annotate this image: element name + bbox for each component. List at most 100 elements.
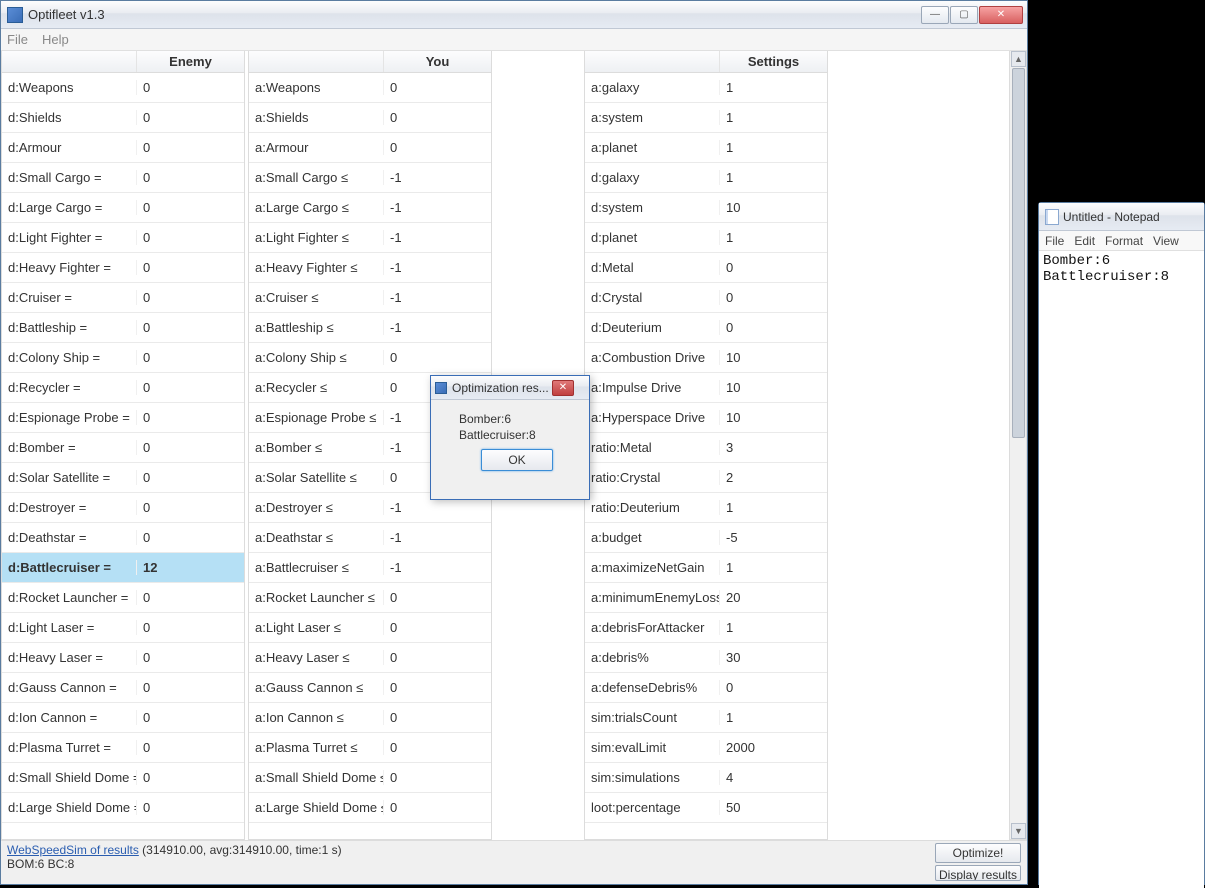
settings-row[interactable]: d:galaxy1 — [585, 163, 827, 193]
enemy-row[interactable]: d:Heavy Laser =0 — [2, 643, 244, 673]
scroll-thumb[interactable] — [1012, 68, 1025, 438]
settings-value[interactable]: 1 — [720, 140, 827, 155]
settings-value[interactable]: 1 — [720, 110, 827, 125]
settings-row[interactable]: ratio:Metal3 — [585, 433, 827, 463]
enemy-value[interactable]: 0 — [137, 680, 244, 695]
enemy-value[interactable]: 0 — [137, 140, 244, 155]
settings-row[interactable]: a:system1 — [585, 103, 827, 133]
enemy-row[interactable]: d:Large Cargo =0 — [2, 193, 244, 223]
you-value[interactable]: 0 — [384, 80, 491, 95]
settings-row[interactable]: a:Combustion Drive10 — [585, 343, 827, 373]
enemy-row[interactable]: d:Colony Ship =0 — [2, 343, 244, 373]
enemy-value[interactable]: 0 — [137, 320, 244, 335]
enemy-row[interactable]: d:Destroyer =0 — [2, 493, 244, 523]
notepad-menu-edit[interactable]: Edit — [1074, 234, 1095, 248]
you-row[interactable]: a:Large Cargo ≤-1 — [249, 193, 491, 223]
you-value[interactable]: -1 — [384, 290, 491, 305]
titlebar[interactable]: Optifleet v1.3 — ▢ ✕ — [1, 1, 1027, 29]
you-row[interactable]: a:Light Laser ≤0 — [249, 613, 491, 643]
enemy-value[interactable]: 0 — [137, 380, 244, 395]
enemy-value[interactable]: 0 — [137, 500, 244, 515]
settings-row[interactable]: a:Hyperspace Drive10 — [585, 403, 827, 433]
you-row[interactable]: a:Small Shield Dome ≤0 — [249, 763, 491, 793]
you-value[interactable]: 0 — [384, 710, 491, 725]
enemy-value[interactable]: 0 — [137, 470, 244, 485]
you-value[interactable]: 0 — [384, 680, 491, 695]
you-value[interactable]: 0 — [384, 590, 491, 605]
you-value[interactable]: 0 — [384, 770, 491, 785]
you-row[interactable]: a:Weapons0 — [249, 73, 491, 103]
you-value[interactable]: 0 — [384, 140, 491, 155]
you-value[interactable]: -1 — [384, 170, 491, 185]
enemy-row[interactable]: d:Deathstar =0 — [2, 523, 244, 553]
settings-value[interactable]: 0 — [720, 260, 827, 275]
you-row[interactable]: a:Small Cargo ≤-1 — [249, 163, 491, 193]
settings-row[interactable]: d:Deuterium0 — [585, 313, 827, 343]
settings-row[interactable]: a:planet1 — [585, 133, 827, 163]
enemy-value[interactable]: 0 — [137, 230, 244, 245]
you-value[interactable]: 0 — [384, 350, 491, 365]
enemy-row[interactable]: d:Gauss Cannon =0 — [2, 673, 244, 703]
close-button[interactable]: ✕ — [979, 6, 1023, 24]
enemy-row[interactable]: d:Battlecruiser =12 — [2, 553, 244, 583]
settings-value[interactable]: 1 — [720, 170, 827, 185]
enemy-row[interactable]: d:Plasma Turret =0 — [2, 733, 244, 763]
enemy-value[interactable]: 0 — [137, 800, 244, 815]
enemy-row[interactable]: d:Small Cargo =0 — [2, 163, 244, 193]
you-value[interactable]: -1 — [384, 260, 491, 275]
settings-value[interactable]: 0 — [720, 680, 827, 695]
you-value[interactable]: -1 — [384, 530, 491, 545]
enemy-value[interactable]: 0 — [137, 80, 244, 95]
minimize-button[interactable]: — — [921, 6, 949, 24]
settings-value[interactable]: 50 — [720, 800, 827, 815]
enemy-row[interactable]: d:Heavy Fighter =0 — [2, 253, 244, 283]
menu-file[interactable]: File — [7, 32, 28, 47]
settings-row[interactable]: a:debrisForAttacker1 — [585, 613, 827, 643]
you-row[interactable]: a:Heavy Laser ≤0 — [249, 643, 491, 673]
enemy-row[interactable]: d:Bomber =0 — [2, 433, 244, 463]
settings-row[interactable]: ratio:Crystal2 — [585, 463, 827, 493]
enemy-row[interactable]: d:Solar Satellite =0 — [2, 463, 244, 493]
you-value[interactable]: -1 — [384, 230, 491, 245]
scroll-down-arrow[interactable]: ▼ — [1011, 823, 1026, 839]
enemy-value[interactable]: 0 — [137, 410, 244, 425]
enemy-row[interactable]: d:Light Fighter =0 — [2, 223, 244, 253]
notepad-menu-format[interactable]: Format — [1105, 234, 1143, 248]
settings-value[interactable]: 1 — [720, 500, 827, 515]
settings-row[interactable]: a:maximizeNetGain1 — [585, 553, 827, 583]
settings-value[interactable]: 3 — [720, 440, 827, 455]
notepad-textarea[interactable]: Bomber:6 Battlecruiser:8 — [1039, 251, 1204, 888]
settings-value[interactable]: 2000 — [720, 740, 827, 755]
settings-value[interactable]: 10 — [720, 410, 827, 425]
you-row[interactable]: a:Heavy Fighter ≤-1 — [249, 253, 491, 283]
you-row[interactable]: a:Armour0 — [249, 133, 491, 163]
enemy-value[interactable]: 0 — [137, 170, 244, 185]
enemy-value[interactable]: 0 — [137, 260, 244, 275]
you-row[interactable]: a:Rocket Launcher ≤0 — [249, 583, 491, 613]
you-row[interactable]: a:Battlecruiser ≤-1 — [249, 553, 491, 583]
you-row[interactable]: a:Plasma Turret ≤0 — [249, 733, 491, 763]
settings-value[interactable]: 1 — [720, 710, 827, 725]
settings-header[interactable]: Settings — [585, 51, 827, 73]
you-header[interactable]: You — [249, 51, 491, 73]
settings-row[interactable]: sim:trialsCount1 — [585, 703, 827, 733]
settings-value[interactable]: 0 — [720, 290, 827, 305]
enemy-value[interactable]: 0 — [137, 770, 244, 785]
settings-row[interactable]: a:minimumEnemyLoss%20 — [585, 583, 827, 613]
you-row[interactable]: a:Colony Ship ≤0 — [249, 343, 491, 373]
enemy-row[interactable]: d:Recycler =0 — [2, 373, 244, 403]
notepad-menu-view[interactable]: View — [1153, 234, 1179, 248]
you-value[interactable]: 0 — [384, 650, 491, 665]
you-row[interactable]: a:Large Shield Dome ≤0 — [249, 793, 491, 823]
settings-row[interactable]: a:galaxy1 — [585, 73, 827, 103]
enemy-value[interactable]: 0 — [137, 440, 244, 455]
settings-value[interactable]: 2 — [720, 470, 827, 485]
settings-value[interactable]: 1 — [720, 560, 827, 575]
maximize-button[interactable]: ▢ — [950, 6, 978, 24]
enemy-value[interactable]: 0 — [137, 590, 244, 605]
settings-value[interactable]: 1 — [720, 80, 827, 95]
you-row[interactable]: a:Cruiser ≤-1 — [249, 283, 491, 313]
settings-value[interactable]: 10 — [720, 380, 827, 395]
settings-value[interactable]: 1 — [720, 620, 827, 635]
enemy-value[interactable]: 0 — [137, 740, 244, 755]
